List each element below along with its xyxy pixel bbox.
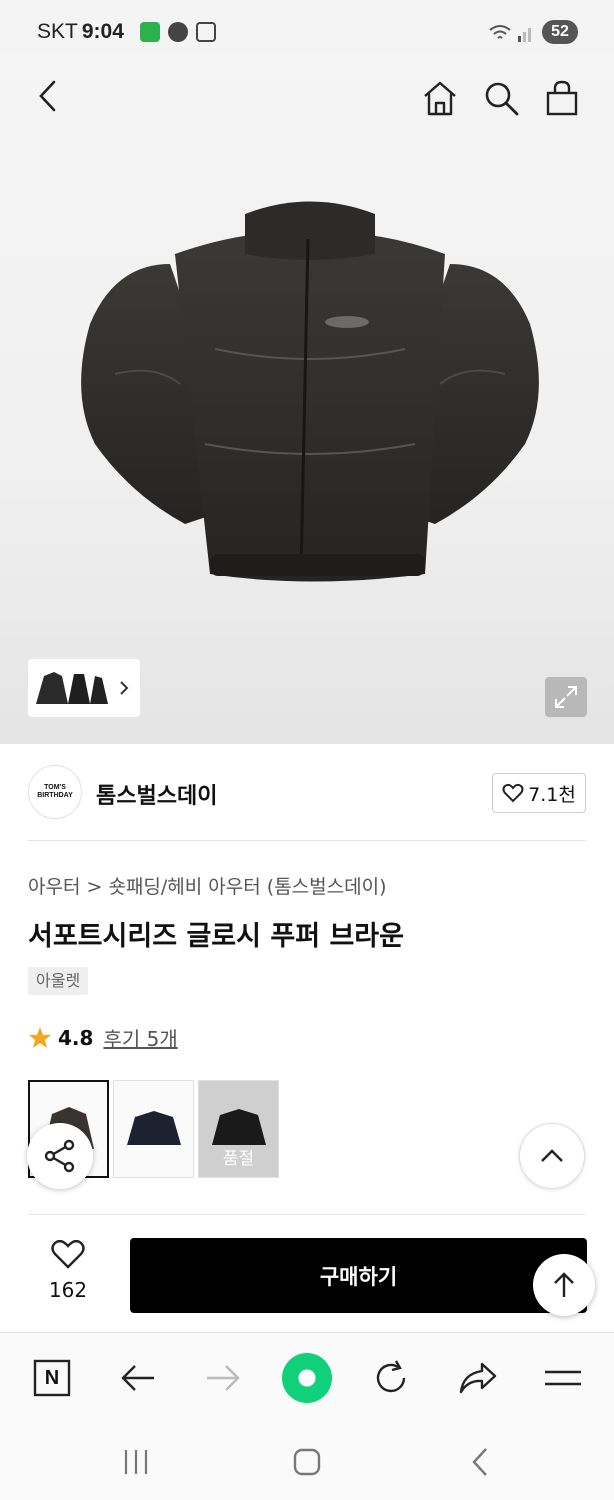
- share-button[interactable]: [27, 1123, 93, 1189]
- screenshot-notification-icon: [196, 22, 216, 42]
- breadcrumb-sub[interactable]: 숏패딩/헤비 아우터 (톰스벌스데이): [108, 876, 386, 898]
- hamburger-menu-icon: [545, 1370, 581, 1386]
- brand-logo-line-2: BIRTHDAY: [37, 792, 73, 799]
- outlet-tag: 아울렛: [28, 967, 89, 995]
- status-carrier: SKT 9:04: [37, 20, 124, 44]
- browser-share-button[interactable]: [455, 1355, 501, 1401]
- expand-image-button[interactable]: [545, 677, 587, 717]
- section-divider: [28, 1214, 586, 1215]
- green-dot-button[interactable]: [282, 1353, 332, 1403]
- variant-option[interactable]: [113, 1080, 194, 1178]
- app-notification-icon: [140, 22, 160, 42]
- brand-logo-line-1: TOM'S: [44, 784, 66, 791]
- recent-apps-icon: [124, 1450, 148, 1474]
- status-time: 9:04: [81, 20, 124, 43]
- arrow-up-icon: [554, 1272, 574, 1297]
- search-button[interactable]: [479, 76, 523, 120]
- collapse-button[interactable]: [519, 1123, 585, 1189]
- share-icon: [44, 1139, 75, 1173]
- heart-outline-icon: [502, 783, 524, 803]
- back-button[interactable]: [26, 74, 70, 118]
- chevron-up-icon: [541, 1149, 563, 1162]
- brand-row: TOM'S BIRTHDAY 톰스벌스데이 7.1천: [28, 765, 586, 821]
- heart-outline-icon: [51, 1239, 85, 1269]
- thumbnail-images: [36, 672, 108, 704]
- scroll-to-top-button[interactable]: [533, 1254, 595, 1316]
- star-icon: [29, 1026, 51, 1048]
- back-icon: [39, 80, 56, 112]
- brand-like-count: 7.1천: [528, 783, 576, 806]
- purchase-bar: 162 구매하기: [0, 1224, 614, 1332]
- forward-share-icon: [459, 1362, 497, 1394]
- search-icon: [485, 82, 519, 116]
- naver-home-button[interactable]: N: [29, 1355, 75, 1401]
- reload-button[interactable]: [368, 1355, 414, 1401]
- product-title: 서포트시리즈 글로시 푸퍼 브라운: [28, 921, 404, 952]
- arrow-left-icon: [121, 1365, 154, 1391]
- product-image-area[interactable]: [0, 54, 614, 744]
- brand-logo[interactable]: TOM'S BIRTHDAY: [28, 765, 82, 819]
- cart-button[interactable]: [540, 76, 584, 120]
- variant-option-soldout[interactable]: 품절: [198, 1080, 279, 1178]
- carrier-name: SKT: [37, 20, 78, 43]
- wishlist-count: 162: [48, 1278, 88, 1302]
- chevron-right-icon: [120, 681, 129, 695]
- section-divider: [28, 840, 586, 841]
- image-thumbnail-strip[interactable]: [28, 659, 140, 717]
- home-button[interactable]: [418, 76, 462, 120]
- brand-name[interactable]: 톰스벌스데이: [96, 778, 217, 810]
- home-nav-icon: [293, 1448, 321, 1476]
- reviews-link[interactable]: 후기 5개: [103, 1023, 177, 1052]
- home-nav-button[interactable]: [287, 1442, 327, 1482]
- reload-icon: [376, 1360, 406, 1393]
- browser-back-button[interactable]: [115, 1355, 161, 1401]
- back-nav-button[interactable]: [460, 1442, 500, 1482]
- wifi-signal-icon: [489, 25, 531, 42]
- browser-menu-button[interactable]: [540, 1355, 586, 1401]
- expand-icon: [555, 686, 577, 708]
- status-bar: SKT 9:04 52: [0, 0, 614, 54]
- wishlist-button[interactable]: 162: [38, 1239, 98, 1302]
- cart-icon: [546, 80, 578, 116]
- system-navigation-bar: [0, 1422, 614, 1500]
- breadcrumb-root[interactable]: 아우터: [28, 876, 80, 898]
- message-notification-icon: [168, 22, 188, 42]
- brand-like-button[interactable]: 7.1천: [492, 773, 586, 813]
- variant-image: [126, 1111, 181, 1145]
- rating-row: 4.8 후기 5개: [28, 1023, 178, 1052]
- arrow-right-icon: [207, 1365, 240, 1391]
- buy-button[interactable]: 구매하기: [130, 1238, 587, 1313]
- recent-apps-button[interactable]: [116, 1442, 156, 1482]
- naver-label: N: [44, 1366, 60, 1389]
- rating-score: 4.8: [58, 1025, 94, 1050]
- browser-toolbar: N: [0, 1332, 614, 1422]
- browser-forward-button[interactable]: [200, 1355, 246, 1401]
- back-nav-icon: [472, 1448, 487, 1476]
- soldout-label: 품절: [222, 1149, 255, 1169]
- breadcrumb: 아우터 > 숏패딩/헤비 아우터 (톰스벌스데이): [28, 872, 387, 899]
- breadcrumb-separator: >: [86, 876, 103, 898]
- battery-indicator: 52: [542, 20, 578, 44]
- home-icon: [424, 81, 456, 116]
- product-main-image: [81, 201, 539, 582]
